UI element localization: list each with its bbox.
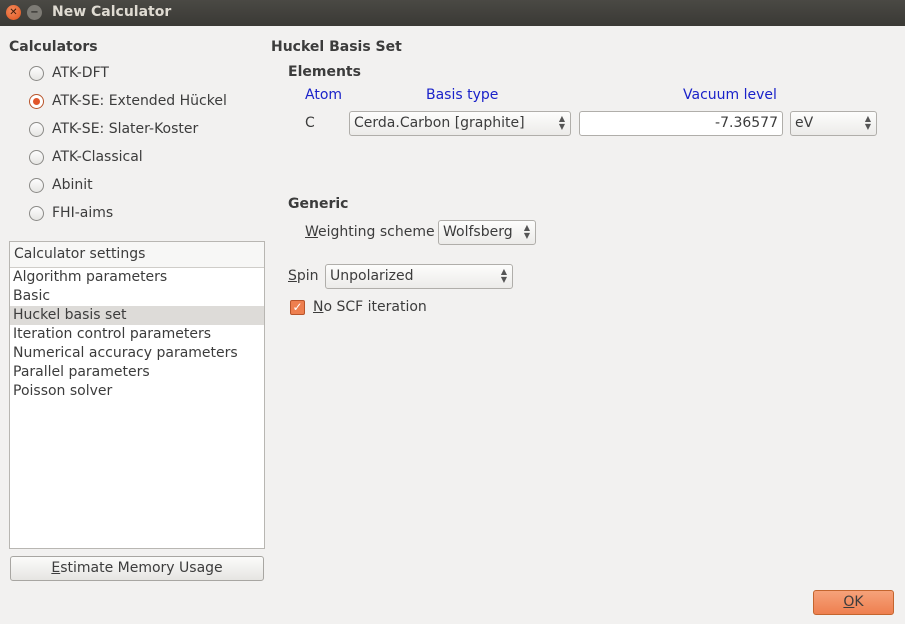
weighting-scheme-label: Weighting scheme (305, 224, 435, 240)
ok-button[interactable]: OK (813, 590, 894, 615)
minimize-icon[interactable]: − (27, 5, 42, 20)
column-header-basis-type: Basis type (426, 87, 499, 103)
ok-mnemonic: O (843, 594, 855, 610)
estimate-label: stimate Memory Usage (60, 560, 223, 576)
spin-value: Unpolarized (330, 268, 414, 284)
list-item-huckel-basis-set[interactable]: Huckel basis set (10, 306, 264, 325)
spin-label-rest: pin (296, 268, 319, 284)
calculators-heading: Calculators (9, 39, 98, 55)
column-header-vacuum-level: Vacuum level (683, 87, 777, 103)
radio-atk-classical[interactable] (29, 150, 44, 165)
list-item-parallel-parameters[interactable]: Parallel parameters (10, 363, 264, 382)
radio-atk-dft[interactable] (29, 66, 44, 81)
no-scf-mnemonic: N (313, 299, 324, 315)
radio-atk-se-slater-koster[interactable] (29, 122, 44, 137)
no-scf-iteration-checkbox[interactable]: ✓ (290, 300, 305, 315)
spin-combo[interactable]: Unpolarized ▲ ▼ (325, 264, 513, 289)
checkmark-icon: ✓ (292, 300, 303, 314)
list-item-iteration-control-parameters[interactable]: Iteration control parameters (10, 325, 264, 344)
no-scf-label-rest: o SCF iteration (323, 299, 427, 315)
basis-type-combo[interactable]: Cerda.Carbon [graphite] ▲ ▼ (349, 111, 571, 136)
weighting-scheme-value: Wolfsberg (443, 224, 513, 240)
radio-label-atk-dft[interactable]: ATK-DFT (52, 65, 109, 81)
radio-label-fhi-aims[interactable]: FHI-aims (52, 205, 113, 221)
title-bar: ✕ − New Calculator (0, 0, 905, 26)
combo-arrows-icon: ▲ ▼ (558, 114, 565, 131)
atom-cell: C (305, 115, 315, 131)
ok-label-rest: K (854, 594, 864, 610)
window-title: New Calculator (52, 4, 172, 20)
panel-title: Huckel Basis Set (271, 39, 402, 55)
spin-label: Spin (288, 268, 319, 284)
weighting-label-rest: eighting scheme (318, 224, 435, 240)
list-item-basic[interactable]: Basic (10, 287, 264, 306)
close-icon[interactable]: ✕ (6, 5, 21, 20)
vacuum-level-input[interactable]: -7.36577 (579, 111, 783, 136)
radio-label-atk-classical[interactable]: ATK-Classical (52, 149, 143, 165)
calculator-settings-list[interactable]: Calculator settings Algorithm parameters… (9, 241, 265, 549)
calculator-settings-header: Calculator settings (10, 242, 264, 268)
radio-fhi-aims[interactable] (29, 206, 44, 221)
combo-arrows-icon: ▲ ▼ (864, 114, 871, 131)
radio-abinit[interactable] (29, 178, 44, 193)
no-scf-iteration-label[interactable]: No SCF iteration (313, 299, 427, 315)
combo-arrows-icon: ▲ ▼ (500, 267, 507, 284)
estimate-mnemonic: E (51, 560, 61, 576)
radio-label-atk-se-slater-koster[interactable]: ATK-SE: Slater-Koster (52, 121, 198, 137)
elements-heading: Elements (288, 64, 361, 80)
generic-heading: Generic (288, 196, 349, 212)
basis-type-value: Cerda.Carbon [graphite] (354, 115, 525, 131)
radio-label-abinit[interactable]: Abinit (52, 177, 93, 193)
list-item-algorithm-parameters[interactable]: Algorithm parameters (10, 268, 264, 287)
combo-arrows-icon: ▲ ▼ (523, 223, 530, 240)
estimate-memory-usage-button[interactable]: Estimate Memory Usage (10, 556, 264, 581)
spin-mnemonic: S (288, 268, 297, 284)
weighting-mnemonic: W (305, 224, 319, 240)
unit-value: eV (795, 115, 814, 131)
list-item-numerical-accuracy-parameters[interactable]: Numerical accuracy parameters (10, 344, 264, 363)
weighting-scheme-combo[interactable]: Wolfsberg ▲ ▼ (438, 220, 536, 245)
radio-atk-se-extended-huckel[interactable] (29, 94, 44, 109)
radio-label-atk-se-extended-huckel[interactable]: ATK-SE: Extended Hückel (52, 93, 227, 109)
unit-combo[interactable]: eV ▲ ▼ (790, 111, 877, 136)
list-item-poisson-solver[interactable]: Poisson solver (10, 382, 264, 401)
column-header-atom: Atom (305, 87, 343, 103)
